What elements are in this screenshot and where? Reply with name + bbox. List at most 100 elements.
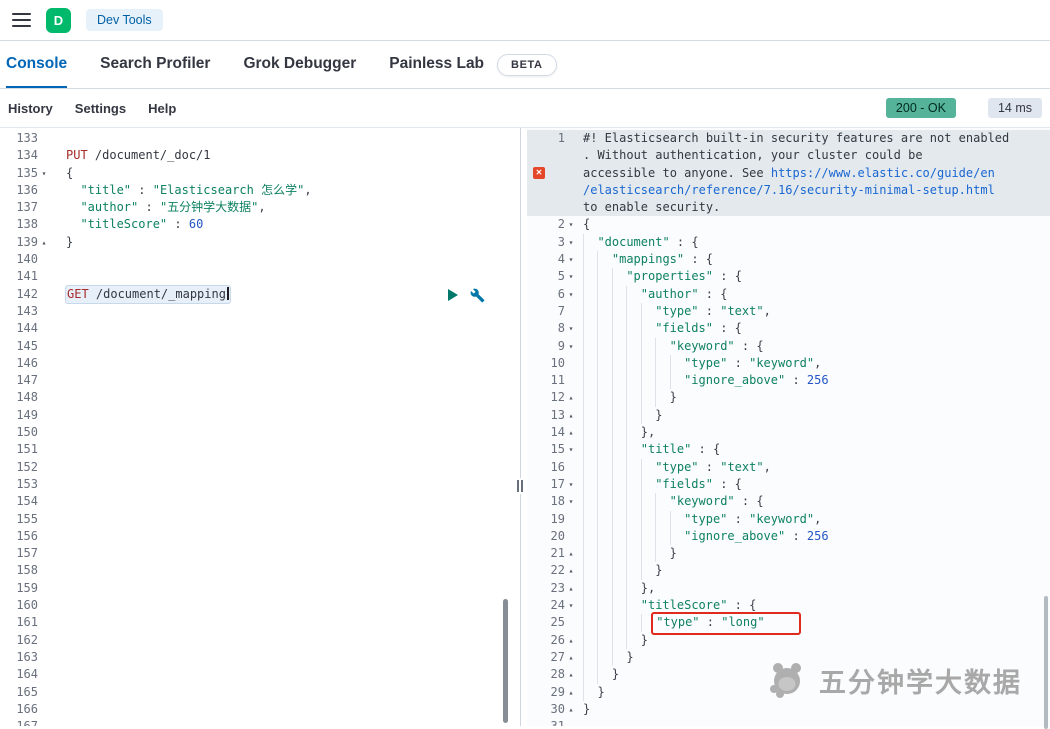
response-line[interactable]: 1#! Elasticsearch built-in security feat… bbox=[527, 130, 1050, 147]
fold-toggle-icon[interactable]: ▾ bbox=[565, 320, 577, 337]
request-line[interactable]: 146 bbox=[0, 355, 513, 372]
response-line[interactable]: . Without authentication, your cluster c… bbox=[527, 147, 1050, 164]
request-line[interactable]: 160 bbox=[0, 597, 513, 614]
tab-console[interactable]: Console bbox=[6, 41, 67, 88]
fold-toggle-icon[interactable]: ▾ bbox=[565, 216, 577, 233]
fold-toggle-icon[interactable]: ▴ bbox=[565, 632, 577, 649]
response-line[interactable]: 18▾"keyword" : { bbox=[527, 493, 1050, 510]
request-line[interactable]: 142GET /document/_mapping bbox=[0, 286, 513, 303]
response-line[interactable]: 30▴} bbox=[527, 701, 1050, 718]
fold-toggle-icon[interactable]: ▾ bbox=[565, 268, 577, 285]
request-line[interactable]: 165 bbox=[0, 684, 513, 701]
response-line[interactable]: 19"type" : "keyword", bbox=[527, 511, 1050, 528]
response-line[interactable]: 11"ignore_above" : 256 bbox=[527, 372, 1050, 389]
response-line[interactable]: /elasticsearch/reference/7.16/security-m… bbox=[527, 182, 1050, 199]
fold-toggle-icon[interactable]: ▴ bbox=[565, 424, 577, 441]
response-line[interactable]: 14▴}, bbox=[527, 424, 1050, 441]
tab-grok-debugger[interactable]: Grok Debugger bbox=[243, 41, 356, 88]
history-button[interactable]: History bbox=[8, 101, 53, 116]
response-line[interactable]: 4▾"mappings" : { bbox=[527, 251, 1050, 268]
space-avatar[interactable]: D bbox=[46, 8, 71, 33]
response-line[interactable]: 10"type" : "keyword", bbox=[527, 355, 1050, 372]
request-line[interactable]: 161 bbox=[0, 614, 513, 631]
response-line[interactable]: 3▾"document" : { bbox=[527, 234, 1050, 251]
fold-toggle-icon[interactable]: ▴ bbox=[565, 562, 577, 579]
request-options-icon[interactable] bbox=[470, 288, 485, 303]
request-line[interactable]: 151 bbox=[0, 441, 513, 458]
response-line[interactable]: 16"type" : "text", bbox=[527, 459, 1050, 476]
response-line[interactable]: 8▾"fields" : { bbox=[527, 320, 1050, 337]
fold-toggle-icon[interactable]: ▾ bbox=[565, 476, 577, 493]
response-line[interactable]: 20"ignore_above" : 256 bbox=[527, 528, 1050, 545]
fold-toggle-icon[interactable]: ▾ bbox=[565, 286, 577, 303]
fold-toggle-icon[interactable]: ▴ bbox=[565, 649, 577, 666]
fold-toggle-icon[interactable]: ▾ bbox=[38, 165, 50, 182]
response-line[interactable]: 23▴}, bbox=[527, 580, 1050, 597]
response-line[interactable]: 21▴} bbox=[527, 545, 1050, 562]
response-line[interactable]: to enable security. bbox=[527, 199, 1050, 216]
fold-toggle-icon[interactable]: ▾ bbox=[565, 338, 577, 355]
response-line[interactable]: 6▾"author" : { bbox=[527, 286, 1050, 303]
response-line[interactable]: 13▴} bbox=[527, 407, 1050, 424]
response-line[interactable]: 12▴} bbox=[527, 389, 1050, 406]
fold-toggle-icon[interactable]: ▾ bbox=[565, 251, 577, 268]
fold-toggle-icon[interactable]: ▴ bbox=[565, 701, 577, 718]
request-line[interactable]: 152 bbox=[0, 459, 513, 476]
fold-toggle-icon[interactable]: ▴ bbox=[38, 234, 50, 251]
request-line[interactable]: 137 "author" : "五分钟学大数据", bbox=[0, 199, 513, 216]
fold-toggle-icon[interactable]: ▾ bbox=[565, 493, 577, 510]
request-line[interactable]: 138 "titleScore" : 60 bbox=[0, 216, 513, 233]
request-line[interactable]: 166 bbox=[0, 701, 513, 718]
request-editor[interactable]: 133134PUT /document/_doc/1135▾{136 "titl… bbox=[0, 128, 513, 726]
fold-toggle-icon[interactable]: ▴ bbox=[565, 407, 577, 424]
fold-toggle-icon[interactable]: ▴ bbox=[565, 545, 577, 562]
settings-button[interactable]: Settings bbox=[75, 101, 126, 116]
request-line[interactable]: 162 bbox=[0, 632, 513, 649]
request-line[interactable]: 155 bbox=[0, 511, 513, 528]
request-line[interactable]: 150 bbox=[0, 424, 513, 441]
fold-toggle-icon[interactable]: ▾ bbox=[565, 234, 577, 251]
request-line[interactable]: 159 bbox=[0, 580, 513, 597]
request-line[interactable]: 143 bbox=[0, 303, 513, 320]
request-editor-scrollbar[interactable] bbox=[503, 599, 508, 723]
response-line[interactable]: 31 bbox=[527, 718, 1050, 726]
tab-painless-lab[interactable]: Painless Lab bbox=[389, 55, 484, 75]
fold-toggle-icon[interactable]: ▾ bbox=[565, 597, 577, 614]
fold-toggle-icon[interactable]: ▾ bbox=[565, 441, 577, 458]
response-line[interactable]: ✕accessible to anyone. See https://www.e… bbox=[527, 165, 1050, 182]
request-line[interactable]: 149 bbox=[0, 407, 513, 424]
run-request-icon[interactable] bbox=[448, 289, 458, 301]
request-line[interactable]: 157 bbox=[0, 545, 513, 562]
request-line[interactable]: 139▴} bbox=[0, 234, 513, 251]
request-line[interactable]: 153 bbox=[0, 476, 513, 493]
fold-toggle-icon[interactable]: ▴ bbox=[565, 684, 577, 701]
response-line[interactable]: 5▾"properties" : { bbox=[527, 268, 1050, 285]
request-line[interactable]: 156 bbox=[0, 528, 513, 545]
request-line[interactable]: 141 bbox=[0, 268, 513, 285]
response-line[interactable]: 9▾"keyword" : { bbox=[527, 338, 1050, 355]
request-line[interactable]: 133 bbox=[0, 130, 513, 147]
request-line[interactable]: 147 bbox=[0, 372, 513, 389]
menu-icon[interactable] bbox=[12, 13, 31, 27]
request-line[interactable]: 144 bbox=[0, 320, 513, 337]
response-line[interactable]: 2▾{ bbox=[527, 216, 1050, 233]
request-line[interactable]: 164 bbox=[0, 666, 513, 683]
request-line[interactable]: 145 bbox=[0, 338, 513, 355]
response-viewer[interactable]: 1#! Elasticsearch built-in security feat… bbox=[527, 128, 1050, 726]
response-viewer-scrollbar[interactable] bbox=[1044, 596, 1048, 729]
fold-toggle-icon[interactable]: ▴ bbox=[565, 666, 577, 683]
response-line[interactable]: 22▴} bbox=[527, 562, 1050, 579]
resizer-handle-icon[interactable] bbox=[513, 478, 527, 494]
response-line[interactable]: 15▾"title" : { bbox=[527, 441, 1050, 458]
fold-toggle-icon[interactable]: ▴ bbox=[565, 389, 577, 406]
request-line[interactable]: 158 bbox=[0, 562, 513, 579]
fold-toggle-icon[interactable]: ▴ bbox=[565, 580, 577, 597]
request-line[interactable]: 135▾{ bbox=[0, 165, 513, 182]
tab-search-profiler[interactable]: Search Profiler bbox=[100, 41, 210, 88]
request-line[interactable]: 154 bbox=[0, 493, 513, 510]
request-line[interactable]: 140 bbox=[0, 251, 513, 268]
response-line[interactable]: 17▾"fields" : { bbox=[527, 476, 1050, 493]
request-line[interactable]: 136 "title" : "Elasticsearch 怎么学", bbox=[0, 182, 513, 199]
request-line[interactable]: 167 bbox=[0, 718, 513, 726]
request-line[interactable]: 148 bbox=[0, 389, 513, 406]
